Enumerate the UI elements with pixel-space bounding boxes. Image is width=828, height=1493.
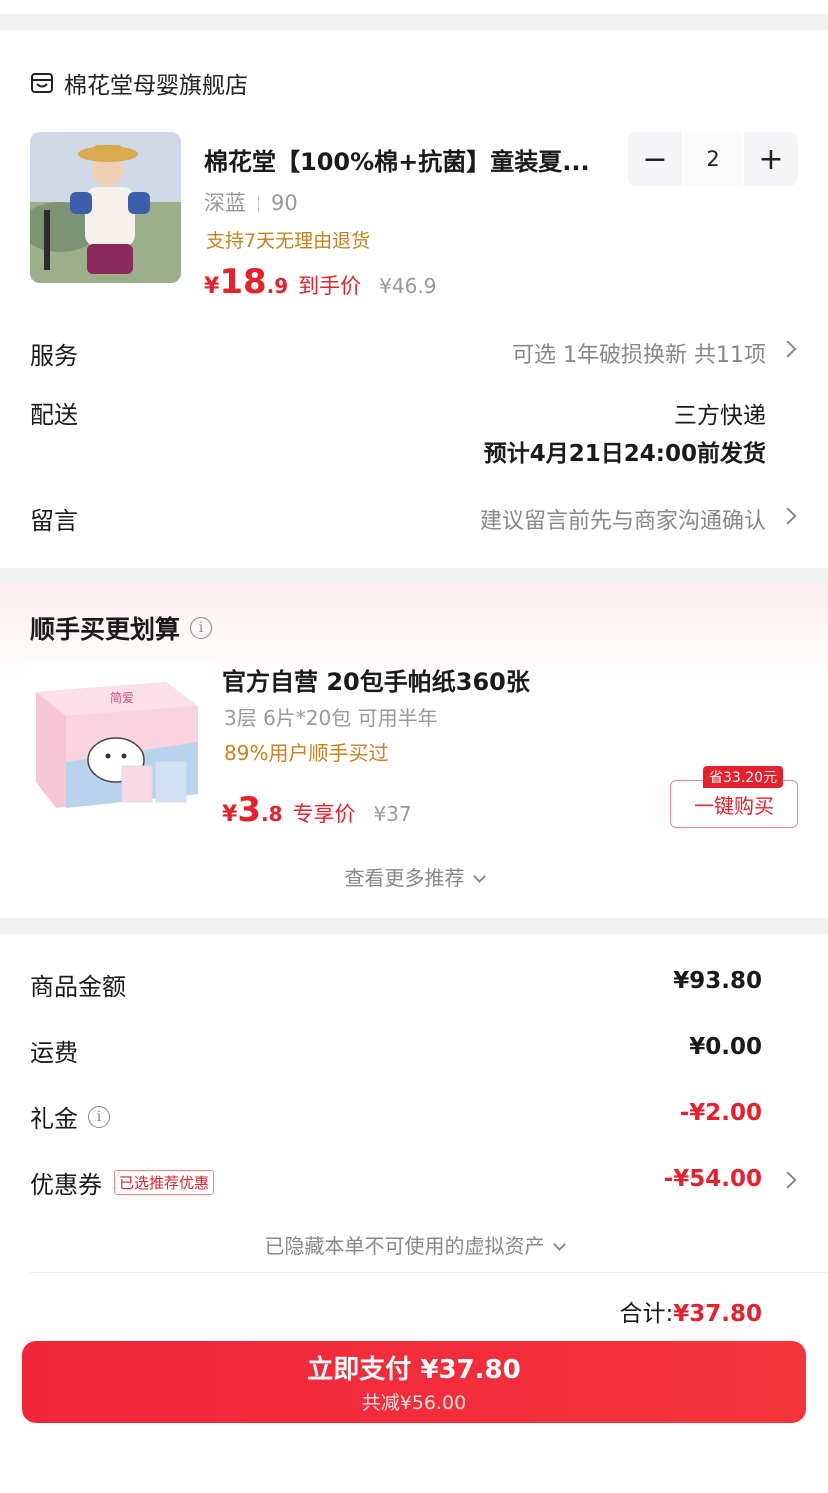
product-title[interactable]: 棉花堂【100%棉+抗菌】童装夏... (204, 142, 614, 177)
recommend-price: ¥ 3 .8 专享价 ¥37 (222, 790, 412, 830)
recommend-product-name[interactable]: 官方自营 20包手帕纸360张 (222, 662, 530, 697)
total-value: ¥37.80 (673, 1301, 762, 1327)
spec-divider (258, 196, 259, 212)
delivery-eta: 预计4月21日24:00前发货 (483, 441, 766, 467)
message-chevron-icon[interactable] (779, 507, 797, 525)
recommend-price-integer: 3 (237, 790, 261, 830)
service-value[interactable]: 可选 1年破损换新 共11项 (512, 337, 766, 369)
hidden-assets-label: 已隐藏本单不可使用的虚拟资产 (264, 1234, 545, 1258)
hidden-assets-toggle[interactable]: 已隐藏本单不可使用的虚拟资产 (0, 1230, 828, 1259)
recommend-bought-rate: 89%用户顺手买过 (224, 741, 389, 765)
delivery-label: 配送 (30, 401, 78, 429)
coupon-label: 优惠券 已选推荐优惠 (30, 1165, 215, 1200)
return-policy: 支持7天无理由退货 (206, 230, 371, 252)
product-size: 90 (271, 191, 298, 215)
shipping-fee-label-text: 运费 (30, 1039, 78, 1067)
shipping-fee-value: ¥0.00 (689, 1034, 762, 1060)
product-color: 深蓝 (204, 191, 246, 215)
chevron-down-icon (552, 1238, 566, 1251)
gift-info-icon[interactable]: i (88, 1105, 110, 1128)
recommend-title: 顺手买更划算 i (30, 610, 213, 646)
gift-money-value: -¥2.00 (679, 1100, 762, 1126)
price-label: 到手价 (298, 274, 362, 298)
delivery-method: 三方快递 (674, 403, 766, 429)
pay-now-label: 立即支付 ¥37.80 (307, 1355, 521, 1385)
recommend-product-spec: 3层 6片*20包 可用半年 (224, 706, 438, 730)
product-spec[interactable]: 深蓝 90 (204, 187, 298, 217)
save-amount-badge: 省33.20元 (703, 766, 784, 788)
message-input[interactable]: 建议留言前先与商家沟通确认 (480, 503, 766, 535)
service-label: 服务 (30, 342, 78, 370)
store-header[interactable]: 棉花堂母婴旗舰店 (30, 66, 248, 100)
section-gap-1 (0, 568, 828, 584)
info-icon[interactable]: i (190, 617, 213, 639)
shipping-fee-label: 运费 (30, 1033, 78, 1068)
price-integer: 18 (219, 262, 267, 302)
quantity-stepper[interactable]: − 2 + (628, 132, 798, 186)
store-name: 棉花堂母婴旗舰店 (64, 73, 248, 99)
gift-money-label: 礼金 i (30, 1099, 110, 1134)
product-image[interactable] (30, 132, 181, 283)
order-total: 合计:¥37.80 (619, 1294, 762, 1328)
divider (30, 1272, 828, 1273)
pay-now-button[interactable]: 立即支付 ¥37.80 共减¥56.00 (22, 1341, 806, 1423)
goods-amount-label: 商品金额 (30, 967, 126, 1002)
more-recommend-label: 查看更多推荐 (344, 866, 465, 890)
section-gap-2 (0, 918, 828, 934)
goods-amount-label-text: 商品金额 (30, 973, 126, 1001)
coupon-chevron-icon[interactable] (779, 1171, 797, 1189)
recommend-title-text: 顺手买更划算 (30, 615, 181, 644)
decrease-button[interactable]: − (628, 132, 682, 186)
message-label: 留言 (30, 507, 78, 535)
gift-money-label-text: 礼金 (30, 1105, 78, 1133)
recommend-price-currency: ¥ (222, 802, 238, 827)
recommend-price-decimal: .8 (260, 802, 283, 826)
section-gap-top (0, 14, 828, 30)
pay-discount-label: 共减¥56.00 (361, 1392, 467, 1414)
product-price: ¥ 18 .9 到手价 ¥46.9 (204, 262, 436, 302)
recommend-price-label: 专享价 (292, 802, 356, 826)
original-price: ¥46.9 (379, 274, 437, 298)
coupon-recommend-badge: 已选推荐优惠 (114, 1170, 215, 1195)
recommend-product-image[interactable]: 简爱 (26, 662, 212, 842)
coupon-label-text: 优惠券 (30, 1171, 102, 1199)
quantity-value[interactable]: 2 (682, 132, 744, 186)
store-icon (31, 73, 53, 93)
chevron-down-icon (472, 870, 486, 883)
more-recommend-link[interactable]: 查看更多推荐 (0, 862, 828, 891)
price-currency: ¥ (204, 274, 220, 299)
recommend-image-brand: 简爱 (110, 691, 134, 705)
price-decimal: .9 (266, 274, 289, 298)
total-label: 合计: (619, 1301, 674, 1327)
increase-button[interactable]: + (744, 132, 798, 186)
service-chevron-icon[interactable] (779, 340, 797, 358)
coupon-value[interactable]: -¥54.00 (664, 1166, 762, 1192)
recommend-original-price: ¥37 (373, 802, 412, 826)
goods-amount-value: ¥93.80 (673, 968, 762, 994)
